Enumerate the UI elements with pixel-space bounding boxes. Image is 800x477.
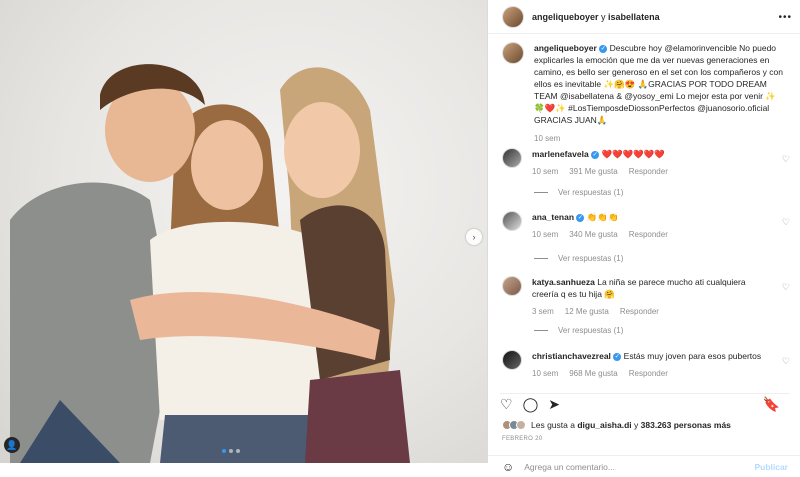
side-panel: angeliqueboyer y isabellatena ••• angeli… <box>488 0 800 477</box>
caption-username[interactable]: angeliqueboyer <box>534 43 597 53</box>
caption-time: 10 sem <box>534 134 561 143</box>
comment-icon[interactable]: ◯ <box>523 396 539 413</box>
action-bar: ♡ ◯ ➤ 🔖 <box>500 393 790 415</box>
avatar[interactable] <box>502 211 522 231</box>
post-photo[interactable]: › 👤 <box>0 0 488 463</box>
comment-text: 👏👏👏 <box>586 212 619 222</box>
avatar[interactable] <box>502 42 524 64</box>
post-date: FEBRERO 20 <box>502 436 543 442</box>
comment: katya.sanhueza La niña se parece mucho a… <box>502 276 792 318</box>
carousel-dot <box>229 449 233 453</box>
caption: angeliqueboyer ✓ Descubre hoy @elamorinv… <box>502 42 792 145</box>
heart-icon[interactable]: ♡ <box>782 282 790 293</box>
author-link[interactable]: angeliqueboyer <box>532 12 599 22</box>
view-replies-label: Ver respuestas (1) <box>558 254 624 263</box>
comment: ana_tenan ✓ 👏👏👏 10 sem 340 Me gusta Resp… <box>502 211 792 241</box>
carousel-dots <box>222 449 240 453</box>
carousel-dot <box>236 449 240 453</box>
heart-icon[interactable]: ♡ <box>782 356 790 367</box>
photo-illustration <box>10 64 410 463</box>
reply-button[interactable]: Responder <box>629 229 668 241</box>
reply-button[interactable]: Responder <box>620 306 659 318</box>
avatar[interactable] <box>502 276 522 296</box>
carousel-dot <box>222 449 226 453</box>
comment: christianchavezreal ✓ Estás muy joven pa… <box>502 350 792 380</box>
coauthor-link[interactable]: isabellatena <box>608 12 660 22</box>
comment-text: ❤️❤️❤️❤️❤️❤️ <box>601 149 665 159</box>
likes-mid: y <box>634 420 639 430</box>
comment-time: 10 sem <box>532 230 559 239</box>
view-replies-label: Ver respuestas (1) <box>558 188 624 197</box>
post-header: angeliqueboyer y isabellatena ••• <box>488 0 800 34</box>
comment-likes[interactable]: 391 Me gusta <box>569 166 617 178</box>
caption-text: Descubre hoy @elamorinvencible No puedo … <box>534 43 783 125</box>
liker-link[interactable]: digu_aisha.di <box>577 420 631 430</box>
likes-count-link[interactable]: 383.263 personas más <box>641 420 731 430</box>
avatar[interactable] <box>502 5 524 28</box>
comment-time: 10 sem <box>532 167 559 176</box>
comment-username[interactable]: ana_tenan <box>532 212 574 222</box>
next-photo-button[interactable]: › <box>466 229 482 245</box>
comment-username[interactable]: marlenefavela <box>532 149 589 159</box>
likes-summary: Les gusta a digu_aisha.di y 383.263 pers… <box>502 420 731 430</box>
bookmark-icon[interactable]: 🔖 <box>763 396 780 413</box>
heart-icon[interactable]: ♡ <box>500 396 513 413</box>
comment-input[interactable] <box>524 461 745 472</box>
avatar[interactable] <box>502 148 522 168</box>
emoji-icon[interactable]: ☺ <box>502 460 514 474</box>
post-authors: angeliqueboyer y isabellatena <box>532 12 660 22</box>
share-icon[interactable]: ➤ <box>548 396 560 413</box>
comment-username[interactable]: katya.sanhueza <box>532 277 595 287</box>
verified-icon: ✓ <box>576 213 585 222</box>
likes-prefix: Les gusta a <box>531 420 575 430</box>
comment-time: 10 sem <box>532 369 559 378</box>
add-comment-bar: ☺ Publicar <box>488 455 800 477</box>
comment-time: 3 sem <box>532 307 554 316</box>
comment-likes[interactable]: 12 Me gusta <box>565 306 609 318</box>
verified-icon: ✓ <box>613 352 622 361</box>
verified-icon: ✓ <box>599 44 608 53</box>
verified-icon: ✓ <box>591 150 600 159</box>
reply-button[interactable]: Responder <box>629 166 668 178</box>
comment-text: Estás muy joven para esos pubertos <box>623 351 762 361</box>
comment: marlenefavela ✓ ❤️❤️❤️❤️❤️❤️ 10 sem 391 … <box>502 148 792 178</box>
post-dialog: › 👤 angeliqueboyer y isabellatena ••• an… <box>0 0 800 477</box>
view-replies-button[interactable]: Ver respuestas (1) <box>534 254 623 263</box>
reply-button[interactable]: Responder <box>629 368 668 380</box>
avatar[interactable] <box>502 350 522 370</box>
tag-user-icon[interactable]: 👤 <box>4 437 20 453</box>
photo-spacer <box>0 463 488 477</box>
comment-likes[interactable]: 968 Me gusta <box>569 368 617 380</box>
comment-username[interactable]: christianchavezreal <box>532 351 611 361</box>
view-replies-label: Ver respuestas (1) <box>558 326 624 335</box>
more-options-icon[interactable]: ••• <box>778 12 792 23</box>
comment-likes[interactable]: 340 Me gusta <box>569 229 617 241</box>
chevron-right-icon: › <box>472 232 476 242</box>
post-comment-button[interactable]: Publicar <box>754 462 788 472</box>
heart-icon[interactable]: ♡ <box>782 154 790 165</box>
view-replies-button[interactable]: Ver respuestas (1) <box>534 326 623 335</box>
authors-joiner: y <box>601 11 606 22</box>
liker-avatar <box>516 420 526 430</box>
view-replies-button[interactable]: Ver respuestas (1) <box>534 188 623 197</box>
heart-icon[interactable]: ♡ <box>782 217 790 228</box>
